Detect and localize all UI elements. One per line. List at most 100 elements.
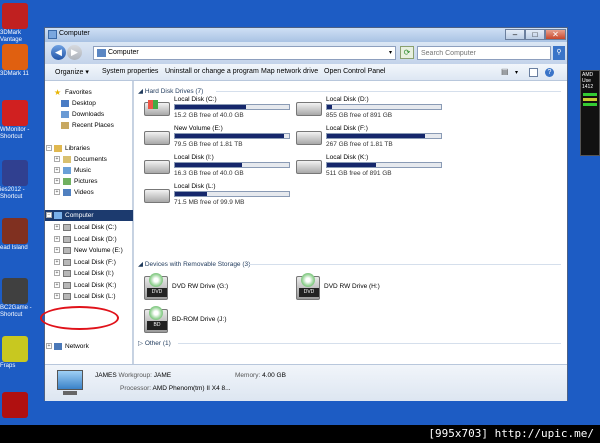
maximize-button[interactable]: □	[525, 29, 545, 40]
address-bar[interactable]: Computer ▾	[93, 46, 396, 60]
drive-badge: DVD	[147, 288, 167, 297]
nav-item-computer[interactable]: − Computer	[45, 210, 133, 221]
view-options-icon[interactable]: ▤	[501, 67, 510, 76]
desktop-shortcut[interactable]: ies2012 - Shortcut	[0, 160, 34, 201]
group-header-hard-disk-drives[interactable]: ◢ Hard Disk Drives (7)	[138, 87, 563, 95]
nav-label: Music	[74, 167, 91, 174]
drive-tile[interactable]: Local Disk (C:) 15.2 GB free of 40.0 GB	[144, 96, 294, 122]
nav-item-drive[interactable]: + Local Disk (L:)	[45, 291, 133, 302]
desktop-shortcut[interactable]: Fraps	[0, 336, 34, 370]
details-pane: JAMES Workgroup: JAME Memory: 4.00 GB Pr…	[45, 364, 567, 401]
optical-drive-tile[interactable]: DVD DVD RW Drive (H:)	[296, 273, 446, 302]
search-input[interactable]	[418, 47, 538, 59]
uninstall-program-button[interactable]: Uninstall or change a program	[165, 68, 259, 75]
explorer-window: Computer – □ ✕ ◀ ▶ Computer ▾ ⟳ ⚲ Organi…	[44, 27, 568, 401]
nav-item-videos[interactable]: + Videos	[45, 187, 133, 198]
drive-tile[interactable]: Local Disk (F:) 267 GB free of 1.81 TB	[296, 125, 446, 151]
nav-item-favorites[interactable]: ★ Favorites	[45, 87, 133, 98]
nav-item-recent-places[interactable]: Recent Places	[45, 120, 133, 131]
open-control-panel-button[interactable]: Open Control Panel	[324, 68, 385, 75]
watermark: [995x703] http://upic.me/	[428, 427, 594, 440]
nav-item-network[interactable]: + Network	[45, 341, 133, 352]
system-properties-button[interactable]: System properties	[102, 68, 158, 75]
expand-icon[interactable]: +	[54, 270, 60, 276]
chevron-down-icon[interactable]: ▾	[515, 69, 524, 78]
drive-icon	[63, 247, 71, 254]
search-box[interactable]	[417, 46, 551, 60]
drive-usage-bar	[174, 133, 290, 139]
expand-icon[interactable]: +	[54, 178, 60, 184]
desktop-shortcut[interactable]	[0, 392, 34, 419]
expand-icon[interactable]: +	[54, 189, 60, 195]
shortcut-label: Fraps	[0, 363, 16, 369]
expand-icon[interactable]: +	[54, 235, 60, 242]
nav-item-drive[interactable]: + Local Disk (F:)	[45, 257, 133, 268]
group-header-other[interactable]: ▷ Other (1)	[138, 339, 563, 347]
collapse-icon[interactable]: −	[46, 145, 52, 151]
drive-tile[interactable]: Local Disk (L:) 71.5 MB free of 99.9 MB	[144, 183, 294, 209]
nav-item-music[interactable]: + Music	[45, 165, 133, 176]
downloads-icon	[61, 111, 69, 118]
optical-drive-tile[interactable]: DVD DVD RW Drive (G:)	[144, 273, 294, 302]
hard-drive-icon	[296, 102, 322, 116]
amd-gadget[interactable]: AMD Use 1412	[580, 70, 600, 156]
drive-usage-fill	[327, 163, 377, 167]
drive-usage-bar	[174, 104, 290, 110]
drive-usage-fill	[175, 163, 243, 167]
nav-label: Libraries	[65, 145, 90, 152]
expand-icon[interactable]: +	[54, 156, 60, 162]
nav-item-drive[interactable]: + Local Disk (K:)	[45, 280, 133, 291]
libraries-icon	[54, 145, 62, 152]
desktop-shortcut[interactable]: ead Island	[0, 218, 34, 252]
preview-pane-icon[interactable]	[529, 68, 538, 77]
nav-item-libraries[interactable]: − Libraries	[45, 143, 133, 154]
close-button[interactable]: ✕	[545, 29, 566, 40]
nav-item-downloads[interactable]: Downloads	[45, 109, 133, 120]
network-icon	[54, 343, 62, 350]
nav-item-desktop[interactable]: Desktop	[45, 98, 133, 109]
drive-usage-bar	[326, 162, 442, 168]
title-bar[interactable]: Computer – □ ✕	[45, 28, 567, 42]
drive-tile[interactable]: Local Disk (D:) 855 GB free of 891 GB	[296, 96, 446, 122]
expand-icon[interactable]: +	[54, 224, 60, 230]
expand-icon[interactable]: +	[46, 343, 52, 349]
windows-logo-icon	[148, 100, 158, 109]
nav-item-drive[interactable]: + Local Disk (D:)	[45, 234, 133, 245]
help-icon[interactable]: ?	[545, 68, 554, 77]
videos-icon	[63, 189, 71, 196]
nav-item-pictures[interactable]: + Pictures	[45, 176, 133, 187]
gadget-meter	[583, 98, 597, 101]
optical-drive-tile[interactable]: BD BD-ROM Drive (J:)	[144, 306, 294, 335]
expand-icon[interactable]: +	[54, 247, 60, 253]
nav-item-drive[interactable]: + Local Disk (C:)	[45, 222, 133, 233]
expand-icon[interactable]: +	[54, 258, 60, 265]
desktop-shortcut[interactable]: 3DMark 11	[0, 44, 34, 78]
expand-icon[interactable]: +	[54, 167, 60, 173]
drive-tile[interactable]: Local Disk (K:) 511 GB free of 891 GB	[296, 154, 446, 180]
desktop-shortcut[interactable]: BC2Game - Shortcut	[0, 278, 34, 319]
collapse-icon[interactable]: −	[46, 212, 52, 218]
nav-item-drive[interactable]: + New Volume (E:)	[45, 245, 133, 256]
map-network-drive-button[interactable]: Map network drive	[261, 68, 318, 75]
desktop-shortcut[interactable]: WMonitor - Shortcut	[0, 100, 34, 141]
minimize-button[interactable]: –	[505, 29, 525, 40]
back-button[interactable]: ◀	[51, 45, 66, 60]
computer-stand	[63, 391, 77, 395]
organize-button[interactable]: Organize ▾	[55, 68, 89, 76]
expand-icon[interactable]: +	[54, 293, 60, 299]
drive-tile[interactable]: Local Disk (I:) 16.3 GB free of 40.0 GB	[144, 154, 294, 180]
expand-icon[interactable]: +	[54, 281, 60, 288]
drive-name: New Volume (E:)	[174, 125, 223, 132]
drive-usage-bar	[326, 104, 442, 110]
nav-item-drive[interactable]: + Local Disk (I:)	[45, 268, 133, 279]
search-icon[interactable]: ⚲	[553, 46, 565, 60]
forward-button[interactable]: ▶	[67, 45, 82, 60]
hard-drive-icon	[144, 131, 170, 145]
nav-label: Local Disk (D:)	[74, 235, 117, 243]
group-header-removable-storage[interactable]: ◢ Devices with Removable Storage (3)	[138, 260, 563, 268]
nav-item-documents[interactable]: + Documents	[45, 154, 133, 165]
refresh-button[interactable]: ⟳	[400, 46, 414, 59]
desktop-shortcut[interactable]: 3DMark Vantage	[0, 3, 34, 44]
chevron-down-icon[interactable]: ▾	[389, 49, 392, 56]
drive-tile[interactable]: New Volume (E:) 79.5 GB free of 1.81 TB	[144, 125, 294, 151]
